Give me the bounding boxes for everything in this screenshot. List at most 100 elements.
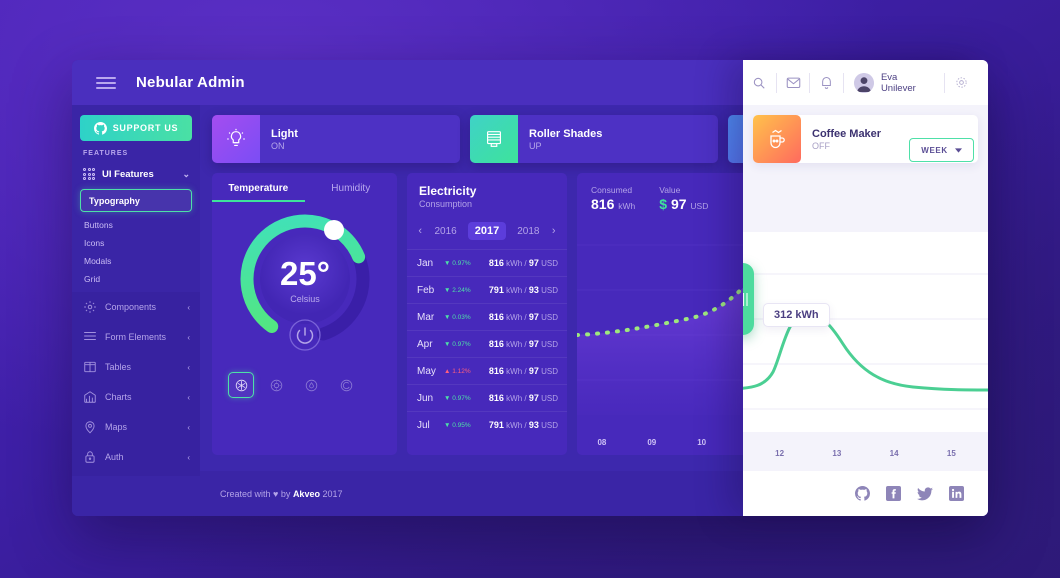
sidebar-item-tables[interactable]: Tables ‹ (72, 352, 200, 382)
search-icon[interactable] (743, 60, 776, 105)
month-label: Jul (417, 419, 430, 431)
table-row[interactable]: Jul ▼ 0.95% 791 kWh / 93 USD (407, 411, 567, 438)
row-values: 791 kWh / 93 USD (488, 285, 558, 295)
envelope-icon[interactable] (777, 60, 810, 105)
sidebar: SUPPORT US FEATURES UI Features ⌄ Typogr… (72, 105, 200, 516)
table-row[interactable]: Mar ▼ 0.03% 816 kWh / 97 USD (407, 303, 567, 330)
facebook-icon[interactable] (886, 486, 901, 501)
linkedin-icon[interactable] (949, 486, 964, 501)
sidebar-item-form-elements[interactable]: Form Elements ‹ (72, 322, 200, 352)
year-selector: ‹ 2016 2017 2018 › (407, 218, 567, 249)
github-icon (93, 121, 107, 135)
row-values: 816 kWh / 97 USD (488, 312, 558, 322)
sidebar-item-icons[interactable]: Icons (72, 234, 200, 252)
chevron-left-icon: ‹ (187, 392, 190, 402)
sidebar-item-typography[interactable]: Typography (80, 189, 192, 212)
year-2017[interactable]: 2017 (467, 222, 507, 240)
month-label: May (417, 365, 436, 377)
month-label: Feb (417, 284, 435, 296)
table-row[interactable]: Apr ▼ 0.97% 816 kWh / 97 USD (407, 330, 567, 357)
mode-droplet[interactable] (298, 372, 324, 398)
drag-handle-icon[interactable] (743, 263, 754, 335)
axis-tick: 09 (647, 438, 657, 447)
sidebar-item-maps[interactable]: Maps ‹ (72, 412, 200, 442)
row-values: 816 kWh / 97 USD (488, 366, 558, 376)
chevron-left-icon: ‹ (187, 362, 190, 372)
table-row[interactable]: May ▲ 1.12% 816 kWh / 97 USD (407, 357, 567, 384)
stat-label: Value (659, 185, 681, 195)
device-card-light[interactable]: Light ON (212, 115, 460, 163)
sidebar-item-charts[interactable]: Charts ‹ (72, 382, 200, 412)
chevron-right-icon[interactable]: › (550, 225, 557, 237)
year-2018[interactable]: 2018 (512, 223, 544, 240)
github-icon[interactable] (855, 486, 870, 501)
light-line-chart (743, 232, 988, 432)
chevron-left-icon[interactable]: ‹ (417, 225, 424, 237)
sidebar-item-modals[interactable]: Modals (72, 252, 200, 270)
support-us-button[interactable]: SUPPORT US (80, 115, 192, 141)
delta-value: ▼ 0.97% (444, 394, 471, 402)
chevron-down-icon: ⌄ (182, 168, 190, 179)
delta-value: ▼ 0.03% (444, 313, 471, 321)
user-name: Eva Unilever (880, 71, 916, 94)
avatar (854, 72, 874, 93)
heart-icon: ♥ (273, 488, 279, 499)
stat-value: $ 97 USD (659, 196, 709, 212)
lines-icon (83, 330, 97, 344)
range-selector-week[interactable]: WEEK (909, 138, 974, 162)
table-row[interactable]: Feb ▼ 2.24% 791 kWh / 93 USD (407, 276, 567, 303)
device-status: UP (529, 140, 542, 151)
row-values: 791 kWh / 93 USD (488, 420, 558, 430)
table-row[interactable]: Jun ▼ 0.97% 816 kWh / 97 USD (407, 384, 567, 411)
temperature-modes (212, 372, 397, 398)
sidebar-item-label: Form Elements (105, 332, 167, 342)
sidebar-item-buttons[interactable]: Buttons (72, 216, 200, 234)
bell-icon[interactable] (810, 60, 843, 105)
coffee-pot-icon (753, 115, 801, 163)
chevron-left-icon: ‹ (187, 422, 190, 432)
hamburger-icon[interactable] (84, 76, 128, 89)
sidebar-item-label: Charts (105, 392, 132, 402)
sidebar-item-grid[interactable]: Grid (72, 270, 200, 288)
device-card-roller-shades[interactable]: Roller Shades UP (470, 115, 718, 163)
overlay-chart-x-axis: 12 13 14 15 (743, 449, 988, 458)
sidebar-item-label: Typography (89, 195, 140, 206)
chevron-left-icon: ‹ (187, 302, 190, 312)
sidebar-item-label: UI Features (102, 168, 154, 180)
mode-fan[interactable] (333, 372, 359, 398)
table-row[interactable]: Jan ▼ 0.97% 816 kWh / 97 USD (407, 249, 567, 276)
stat-label: Consumed (591, 185, 633, 195)
axis-tick: 15 (946, 449, 956, 458)
axis-tick: 13 (832, 449, 842, 458)
axis-tick: 14 (889, 449, 899, 458)
sidebar-item-label: Tables (105, 362, 132, 372)
overlay-footer (743, 471, 988, 516)
sidebar-item-components[interactable]: Components ‹ (72, 292, 200, 322)
range-label: WEEK (921, 145, 948, 155)
electricity-header: Electricity Consumption (407, 173, 567, 218)
gear-icon (83, 300, 97, 314)
twitter-icon[interactable] (917, 486, 933, 501)
electricity-panel: Electricity Consumption ‹ 2016 2017 2018… (407, 173, 567, 455)
month-rows: Jan ▼ 0.97% 816 kWh / 97 USD Feb ▼ 2.24%… (407, 249, 567, 438)
sidebar-item-auth[interactable]: Auth ‹ (72, 442, 200, 472)
year-2016[interactable]: 2016 (430, 223, 462, 240)
right-overlay-panel: Eva Unilever Coffee Maker OFF WEEK 312 k… (743, 60, 988, 516)
sidebar-item-ui-features[interactable]: UI Features ⌄ (72, 162, 200, 186)
user-menu[interactable]: Eva Unilever (844, 72, 944, 94)
mode-snowflake[interactable] (228, 372, 254, 398)
month-label: Jun (417, 392, 434, 404)
tab-temperature[interactable]: Temperature (212, 183, 305, 202)
electricity-subtitle: Consumption (419, 199, 473, 209)
mode-sun[interactable] (263, 372, 289, 398)
copyright: Created with ♥ by Akveo 2017 (220, 488, 343, 499)
table-icon (83, 360, 97, 374)
gear-icon[interactable] (945, 60, 978, 105)
temperature-gauge[interactable]: 25° Celsius (212, 202, 397, 372)
month-label: Jan (417, 257, 434, 269)
temperature-tabs: Temperature Humidity (212, 173, 397, 202)
droplet-icon (304, 378, 319, 393)
lightbulb-icon (212, 115, 260, 163)
delta-value: ▼ 0.97% (444, 259, 471, 267)
tab-humidity[interactable]: Humidity (305, 183, 398, 202)
